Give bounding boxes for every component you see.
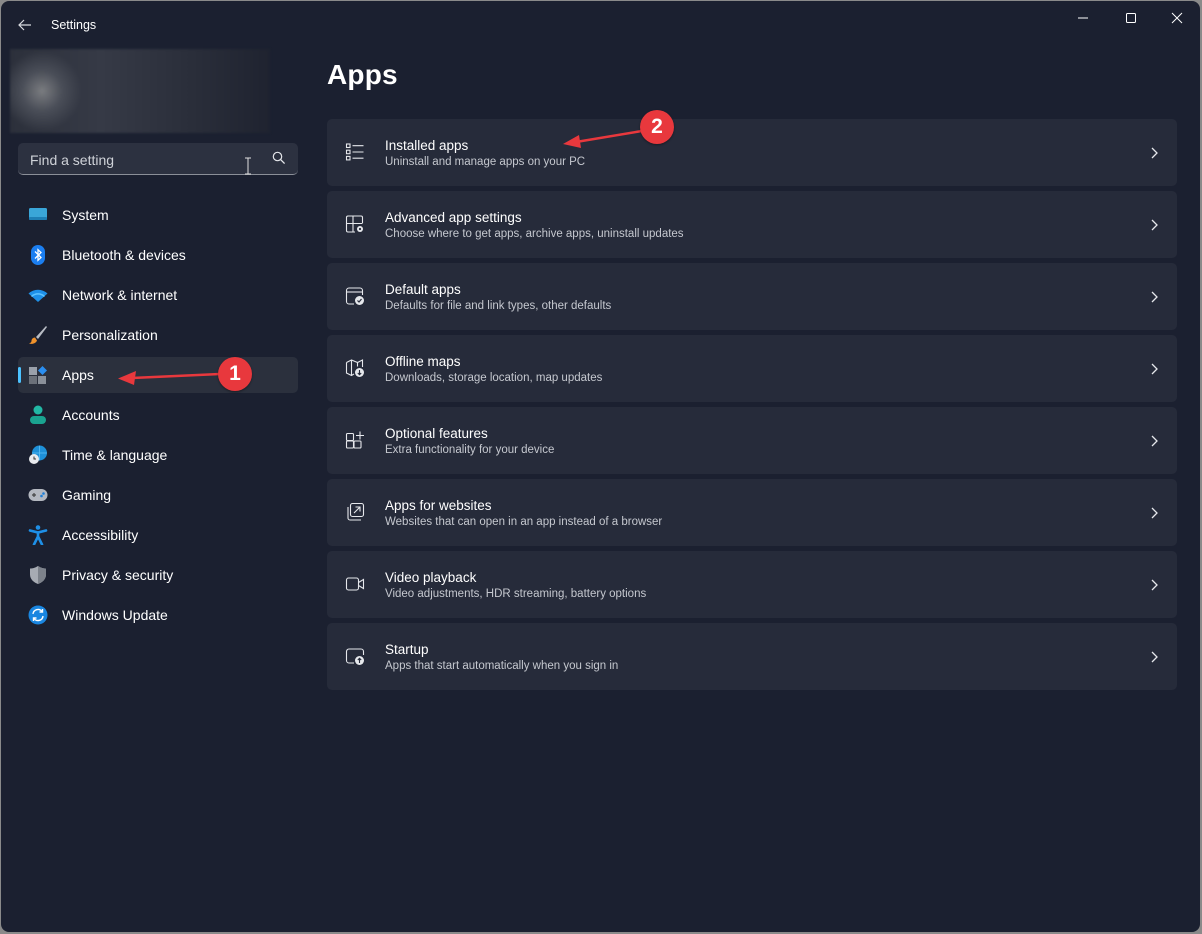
video-camera-icon (345, 577, 365, 591)
update-icon (28, 605, 48, 625)
brush-icon (29, 326, 47, 344)
sidebar-item-network[interactable]: Network & internet (18, 277, 298, 313)
card-apps-for-websites[interactable]: Apps for websites Websites that can open… (327, 479, 1177, 546)
card-title: Video playback (385, 570, 477, 585)
accessibility-icon (28, 525, 48, 545)
app-settings-icon (345, 215, 364, 233)
open-external-icon (347, 502, 365, 521)
back-button[interactable] (11, 11, 39, 39)
card-subtitle: Video adjustments, HDR streaming, batter… (385, 588, 647, 600)
annotation-badge-2: 2 (640, 110, 674, 144)
chevron-right-icon (1151, 363, 1158, 375)
wifi-icon (28, 289, 48, 302)
card-subtitle: Extra functionality for your device (385, 444, 555, 456)
sidebar-item-label: Accessibility (62, 527, 139, 543)
card-offline-maps[interactable]: Offline maps Downloads, storage location… (327, 335, 1177, 402)
text-cursor-icon (245, 157, 251, 175)
search-input[interactable] (28, 143, 262, 176)
search-box[interactable] (18, 143, 298, 176)
account-icon (30, 405, 46, 424)
globe-clock-icon (29, 445, 47, 464)
settings-card-list: Installed apps Uninstall and manage apps… (327, 119, 1177, 695)
sidebar-item-system[interactable]: System (18, 197, 298, 233)
chevron-right-icon (1151, 219, 1158, 231)
apps-icon (29, 366, 47, 384)
chevron-right-icon (1151, 579, 1158, 591)
sidebar-item-label: Windows Update (62, 607, 168, 623)
list-icon (345, 143, 364, 161)
card-default-apps[interactable]: Default apps Defaults for file and link … (327, 263, 1177, 330)
sidebar-item-bluetooth[interactable]: Bluetooth & devices (18, 237, 298, 273)
card-subtitle: Downloads, storage location, map updates (385, 372, 603, 384)
startup-icon (345, 648, 365, 665)
chevron-right-icon (1151, 147, 1158, 159)
card-advanced-app-settings[interactable]: Advanced app settings Choose where to ge… (327, 191, 1177, 258)
add-grid-icon (345, 431, 364, 449)
sidebar-item-label: Accounts (62, 407, 120, 423)
card-optional-features[interactable]: Optional features Extra functionality fo… (327, 407, 1177, 474)
minimize-icon (1078, 17, 1088, 19)
card-subtitle: Uninstall and manage apps on your PC (385, 156, 586, 168)
maximize-button[interactable] (1108, 1, 1154, 35)
sidebar-item-windows-update[interactable]: Windows Update (18, 597, 298, 633)
card-video-playback[interactable]: Video playback Video adjustments, HDR st… (327, 551, 1177, 618)
card-title: Default apps (385, 282, 461, 297)
card-subtitle: Apps that start automatically when you s… (385, 660, 619, 672)
sidebar-nav: System Bluetooth & devices Network & int… (18, 197, 298, 637)
card-title: Startup (385, 642, 429, 657)
back-arrow-icon (18, 19, 31, 31)
chevron-right-icon (1151, 435, 1158, 447)
shield-icon (30, 566, 46, 584)
active-indicator (18, 367, 21, 383)
chevron-right-icon (1151, 507, 1158, 519)
sidebar-item-apps[interactable]: Apps (18, 357, 298, 393)
title-bar: Settings (1, 1, 1200, 49)
app-title: Settings (51, 18, 97, 32)
card-subtitle: Websites that can open in an app instead… (385, 516, 663, 528)
map-download-icon (345, 359, 364, 377)
sidebar-item-accessibility[interactable]: Accessibility (18, 517, 298, 553)
gamepad-icon (28, 489, 48, 501)
sidebar-item-label: Bluetooth & devices (62, 247, 186, 263)
minimize-button[interactable] (1060, 1, 1106, 35)
maximize-icon (1126, 13, 1136, 23)
close-icon (1171, 12, 1183, 24)
user-profile-blurred[interactable] (10, 49, 270, 133)
sidebar-item-gaming[interactable]: Gaming (18, 477, 298, 513)
sidebar-item-label: Apps (62, 367, 94, 383)
settings-window: Settings System (1, 1, 1200, 932)
close-button[interactable] (1154, 1, 1200, 35)
card-title: Offline maps (385, 354, 461, 369)
card-startup[interactable]: Startup Apps that start automatically wh… (327, 623, 1177, 690)
search-icon[interactable] (272, 151, 286, 165)
sidebar-item-label: Privacy & security (62, 567, 174, 583)
bluetooth-icon (31, 245, 45, 265)
default-apps-icon (345, 287, 364, 305)
sidebar-item-privacy-security[interactable]: Privacy & security (18, 557, 298, 593)
card-title: Optional features (385, 426, 488, 441)
sidebar-item-accounts[interactable]: Accounts (18, 397, 298, 433)
card-title: Installed apps (385, 138, 469, 153)
system-icon (29, 208, 47, 220)
sidebar-item-label: Gaming (62, 487, 112, 503)
sidebar-item-label: Personalization (62, 327, 158, 343)
annotation-badge-1: 1 (218, 357, 252, 391)
card-subtitle: Defaults for file and link types, other … (385, 300, 612, 312)
chevron-right-icon (1151, 291, 1158, 303)
chevron-right-icon (1151, 651, 1158, 663)
sidebar-item-personalization[interactable]: Personalization (18, 317, 298, 353)
card-installed-apps[interactable]: Installed apps Uninstall and manage apps… (327, 119, 1177, 186)
page-title: Apps (327, 59, 398, 90)
card-title: Advanced app settings (385, 210, 522, 225)
card-title: Apps for websites (385, 498, 492, 513)
card-subtitle: Choose where to get apps, archive apps, … (385, 228, 684, 240)
sidebar-item-label: Network & internet (62, 287, 178, 303)
sidebar-item-label: Time & language (62, 447, 168, 463)
sidebar-item-label: System (62, 207, 109, 223)
sidebar-item-time-language[interactable]: Time & language (18, 437, 298, 473)
